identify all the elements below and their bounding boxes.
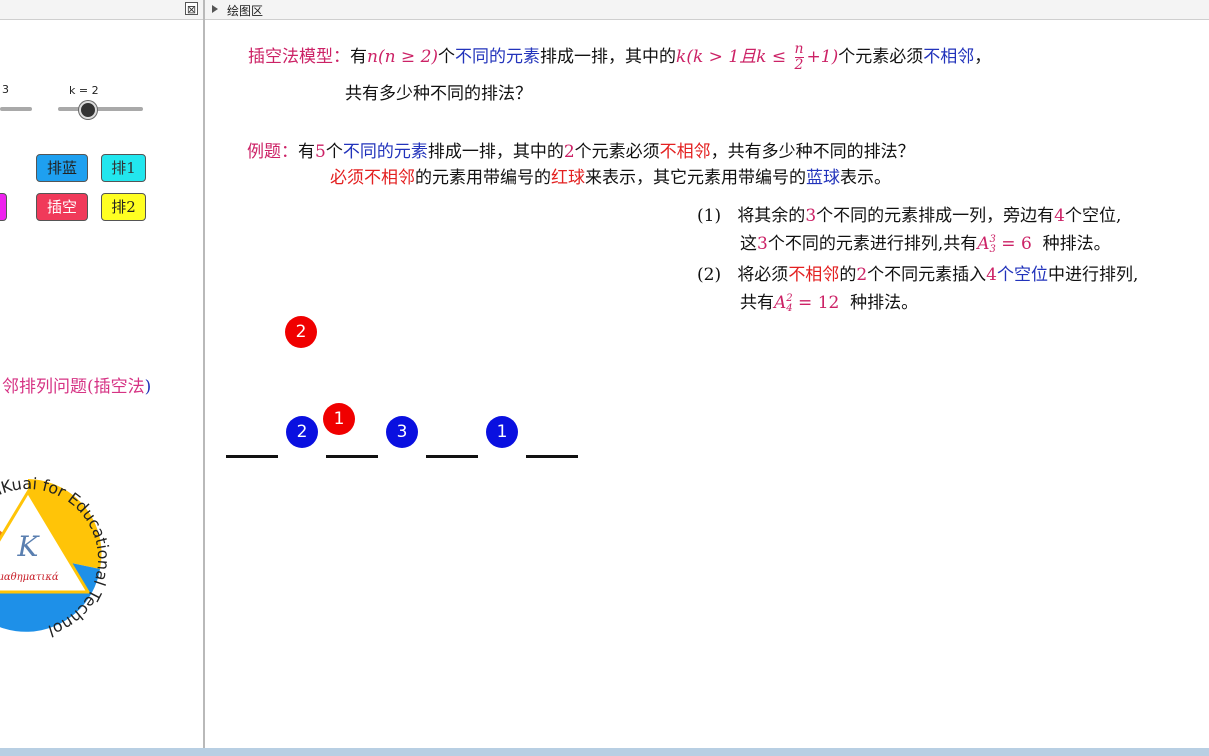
caption-text-1: 邻排列问题( bbox=[2, 377, 94, 397]
example-label: 例题： bbox=[247, 142, 298, 162]
step-1-eq: = 6 bbox=[995, 234, 1032, 254]
step-1-formula-a: A bbox=[977, 234, 990, 254]
example-text-7: ，共有多少种不同的排法？ bbox=[710, 142, 915, 162]
slider-k-label: k = 2 bbox=[69, 84, 99, 97]
step-1-l2-c: 种排法。 bbox=[1042, 234, 1111, 254]
step-2-c: 的 bbox=[839, 265, 857, 285]
step-2-a: 将必须 bbox=[737, 265, 789, 285]
step-2-e: 个空位 bbox=[996, 265, 1048, 285]
step-2-line-1: (2) 将必须不相邻的2个不同元素插入4个空位中进行排列, bbox=[697, 260, 1138, 285]
step-2-f: 中进行排列, bbox=[1047, 265, 1139, 285]
caption-text-3: ) bbox=[144, 377, 152, 397]
step-1-number: (1) bbox=[697, 206, 722, 226]
example-text-6: 不相邻 bbox=[659, 142, 711, 162]
cha-kong-button[interactable]: 插空 bbox=[36, 193, 88, 221]
blue-ball-1[interactable]: 1 bbox=[486, 416, 518, 448]
example-l2-b: 的元素用带编号的 bbox=[415, 168, 551, 188]
step-1-n4: 4 bbox=[1054, 206, 1065, 226]
logo-k-glyph: K bbox=[17, 530, 41, 563]
pai-2-button[interactable]: 排2 bbox=[101, 193, 146, 221]
model-math-1: n(n ≥ 2) bbox=[367, 47, 439, 67]
step-1-line-1: (1) 将其余的3个不同的元素排成一列，旁边有4个空位, bbox=[697, 201, 1121, 226]
model-text-3: 不同的元素 bbox=[455, 47, 541, 67]
step-2-l2-b: 种排法。 bbox=[850, 293, 919, 313]
graphics-titlebar bbox=[205, 0, 1209, 20]
panel-divider[interactable] bbox=[203, 0, 205, 748]
algebra-panel: ⊠ 3 k = 2 排蓝 排1 插空 排2 邻排列问题(插空法) K μαθημ… bbox=[0, 0, 203, 748]
cut-off-magenta-button[interactable] bbox=[0, 193, 7, 221]
step-1-l2-a: 这 bbox=[740, 234, 757, 254]
step-1-n3: 3 bbox=[805, 206, 817, 226]
slider-k-track[interactable] bbox=[58, 107, 143, 111]
model-math-2: k(k > 1且k ≤ bbox=[676, 47, 787, 67]
model-label: 插空法模型： bbox=[248, 47, 350, 67]
empty-slot bbox=[326, 455, 378, 458]
step-1-line-2: 这3个不同的元素进行排列,共有A 3 3 = 6 种排法。 bbox=[740, 229, 1111, 255]
step-1-c: 个空位, bbox=[1064, 206, 1122, 226]
step-1-formula: A33 = 6 bbox=[977, 234, 1032, 254]
left-caption: 邻排列问题(插空法) bbox=[2, 372, 151, 397]
step-1-l2-n: 3 bbox=[757, 234, 768, 254]
close-icon[interactable]: ⊠ bbox=[185, 2, 198, 16]
example-num-5: 5 bbox=[315, 142, 326, 162]
step-1-a: 将其余的 bbox=[737, 206, 806, 226]
example-text-4: 排成一排，其中的 bbox=[427, 142, 564, 162]
pai-lan-button[interactable]: 排蓝 bbox=[36, 154, 88, 182]
example-line-2: 必须不相邻的元素用带编号的红球来表示，其它元素用带编号的蓝球表示。 bbox=[330, 163, 891, 188]
blue-ball-3[interactable]: 3 bbox=[386, 416, 418, 448]
slider-n-label: 3 bbox=[2, 83, 9, 96]
example-line-1: 例题：有5个不同的元素排成一排，其中的2个元素必须不相邻，共有多少种不同的排法？ bbox=[247, 137, 915, 162]
step-2-formula-a: A bbox=[774, 293, 787, 313]
step-2-number: (2) bbox=[697, 265, 722, 285]
step-1-b: 个不同的元素排成一列，旁边有 bbox=[816, 206, 1055, 226]
model-text-6: 不相邻 bbox=[923, 47, 975, 67]
qinkuai-logo: K μαθηματικά ter of QinKuai for Educatio… bbox=[0, 464, 128, 644]
pai-1-button[interactable]: 排1 bbox=[101, 154, 146, 182]
blue-ball-2[interactable]: 2 bbox=[286, 416, 318, 448]
step-2-b: 不相邻 bbox=[788, 265, 840, 285]
expand-triangle-icon[interactable] bbox=[212, 5, 218, 13]
example-text-2: 个 bbox=[325, 142, 343, 162]
fraction-numerator: n bbox=[794, 41, 804, 58]
model-text-2: 个 bbox=[438, 47, 456, 67]
model-text-1: 有 bbox=[350, 47, 367, 67]
model-fraction: n2 bbox=[794, 41, 804, 73]
example-text-3: 不同的元素 bbox=[342, 142, 428, 162]
example-l2-d: 来表示，其它元素用带编号的 bbox=[585, 168, 806, 188]
empty-slot bbox=[526, 455, 578, 458]
panel-titlebar: ⊠ bbox=[0, 0, 203, 20]
model-text-4: 排成一排，其中的 bbox=[540, 47, 677, 67]
example-text-1: 有 bbox=[298, 142, 315, 162]
logo-word: μαθηματικά bbox=[0, 572, 59, 583]
red-ball-2[interactable]: 2 bbox=[285, 316, 317, 348]
example-l2-f: 表示。 bbox=[840, 168, 891, 188]
model-math-3: +1) bbox=[806, 47, 839, 67]
step-2-d: 个不同元素插入 bbox=[867, 265, 987, 285]
step-2-l2-a: 共有 bbox=[740, 293, 774, 313]
empty-slot bbox=[426, 455, 478, 458]
model-line-2: 共有多少种不同的排法？ bbox=[345, 84, 532, 104]
model-text-5: 个元素必须 bbox=[838, 47, 924, 67]
example-text-5: 个元素必须 bbox=[574, 142, 660, 162]
example-l2-a: 必须不相邻 bbox=[330, 168, 415, 188]
example-num-2: 2 bbox=[563, 142, 575, 162]
slider-n-track[interactable] bbox=[0, 107, 32, 111]
red-ball-1[interactable]: 1 bbox=[323, 403, 355, 435]
fraction-denominator: 2 bbox=[794, 57, 804, 73]
example-l2-c: 红球 bbox=[551, 168, 585, 188]
empty-slot bbox=[226, 455, 278, 458]
slider-k-knob[interactable] bbox=[79, 101, 97, 119]
bottom-status-bar bbox=[0, 748, 1209, 756]
graphics-title: 绘图区 bbox=[227, 4, 264, 18]
step-2-n2: 2 bbox=[856, 265, 868, 285]
step-2-n4: 4 bbox=[986, 265, 997, 285]
model-text-7: ， bbox=[974, 47, 992, 67]
model-line-1: 插空法模型：有n(n ≥ 2)个不同的元素排成一排，其中的k(k > 1且k ≤… bbox=[248, 42, 991, 73]
example-l2-e: 蓝球 bbox=[806, 168, 840, 188]
step-1-l2-b: 个不同的元素进行排列,共有 bbox=[767, 234, 978, 254]
step-2-formula: A24 = 12 bbox=[774, 293, 839, 313]
caption-text-2: 插空法 bbox=[93, 377, 145, 397]
step-2-line-2: 共有A 2 4 = 12 种排法。 bbox=[740, 288, 918, 314]
step-2-eq: = 12 bbox=[792, 293, 840, 313]
